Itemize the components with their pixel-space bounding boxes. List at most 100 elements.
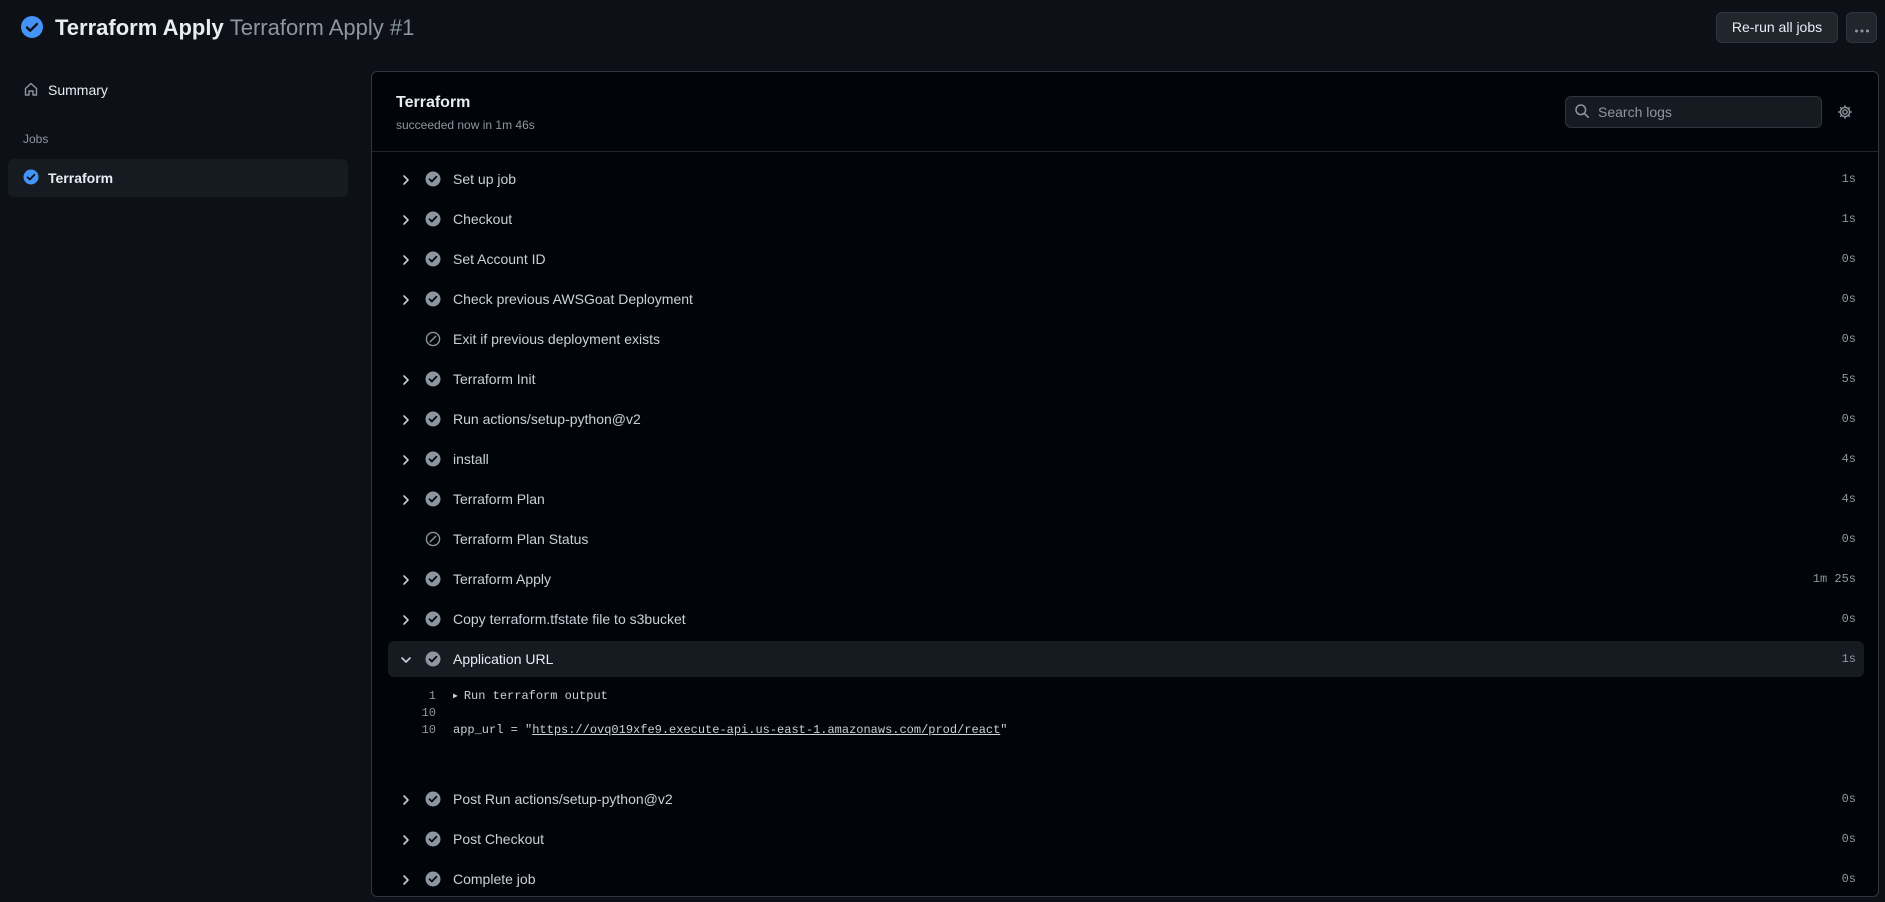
sidebar-job-label: Terraform xyxy=(48,170,114,186)
chevron-right-icon[interactable] xyxy=(400,453,412,469)
chevron-right-icon[interactable] xyxy=(400,293,412,309)
step-duration: 0s xyxy=(1841,832,1856,846)
log-prefix: app_url = " xyxy=(453,723,533,737)
step-row[interactable]: Terraform Plan 4s xyxy=(388,481,1864,517)
step-name: Complete job xyxy=(453,871,536,887)
step-row[interactable]: Post Run actions/setup-python@v2 0s xyxy=(388,781,1864,817)
rerun-all-jobs-button[interactable]: Re-run all jobs xyxy=(1716,12,1838,43)
check-circle-icon xyxy=(425,291,441,310)
chevron-right-icon[interactable] xyxy=(400,373,412,389)
chevron-right-icon[interactable] xyxy=(400,413,412,429)
chevron-right-icon[interactable] xyxy=(400,873,412,889)
step-row[interactable]: Terraform Plan Status 0s xyxy=(388,521,1864,557)
step-name: Checkout xyxy=(453,211,513,227)
check-circle-icon xyxy=(425,871,441,890)
step-duration: 1s xyxy=(1841,172,1856,186)
step-row[interactable]: Copy terraform.tfstate file to s3bucket 0… xyxy=(388,601,1864,637)
step-duration: 5s xyxy=(1841,372,1856,386)
skipped-icon xyxy=(425,531,441,550)
step-duration: 0s xyxy=(1841,332,1856,346)
home-icon xyxy=(23,81,48,100)
step-row[interactable]: Set up job 1s xyxy=(388,161,1864,197)
line-number[interactable]: 10 xyxy=(412,706,436,720)
chevron-down-icon[interactable] xyxy=(400,653,412,669)
check-circle-icon xyxy=(425,791,441,810)
check-circle-fill-icon xyxy=(23,169,48,188)
job-header: Terraform succeeded now in 1m 46s xyxy=(372,72,1878,152)
step-row[interactable]: Run actions/setup-python@v2 0s xyxy=(388,401,1864,437)
step-duration: 1s xyxy=(1841,652,1856,666)
gear-icon[interactable] xyxy=(1837,104,1853,123)
line-number[interactable]: 1 xyxy=(412,689,436,703)
log-text[interactable]: ▶ Run terraform output xyxy=(453,689,608,703)
sidebar-item-terraform[interactable]: Terraform xyxy=(8,159,348,197)
step-row[interactable]: Application URL 1s xyxy=(388,641,1864,677)
job-log-panel: Terraform succeeded now in 1m 46s Set up… xyxy=(371,71,1879,897)
skipped-icon xyxy=(425,331,441,350)
chevron-right-icon[interactable] xyxy=(400,213,412,229)
search-logs-field[interactable] xyxy=(1565,96,1822,128)
job-title: Terraform xyxy=(396,94,471,111)
step-log: 1 ▶ Run terraform output 10 10 app_url = "htt… xyxy=(388,681,1864,781)
step-duration: 4s xyxy=(1841,492,1856,506)
step-duration: 0s xyxy=(1841,252,1856,266)
step-row[interactable]: Terraform Apply 1m 25s xyxy=(388,561,1864,597)
check-circle-icon xyxy=(425,571,441,590)
workflow-name[interactable]: Terraform Apply xyxy=(55,15,224,40)
log-line: 10 app_url = "https://ovq019xfe9.execute-… xyxy=(388,721,1864,741)
step-name: Terraform Plan Status xyxy=(453,531,589,547)
page-title: Terraform Apply Terraform Apply #1 xyxy=(55,14,414,42)
step-name: Application URL xyxy=(453,651,554,667)
more-options-button[interactable] xyxy=(1846,12,1877,43)
step-name: Run actions/setup-python@v2 xyxy=(453,411,641,427)
step-row[interactable]: Set Account ID 0s xyxy=(388,241,1864,277)
check-circle-icon xyxy=(425,651,441,670)
run-header: Terraform Apply Terraform Apply #1 Re-run… xyxy=(0,0,1885,56)
step-row[interactable]: Exit if previous deployment exists 0s xyxy=(388,321,1864,357)
check-circle-icon xyxy=(425,171,441,190)
chevron-right-icon[interactable] xyxy=(400,613,412,629)
sidebar-summary-label: Summary xyxy=(48,82,108,98)
check-circle-icon xyxy=(425,831,441,850)
step-name: Check previous AWSGoat Deployment xyxy=(453,291,693,307)
sidebar-item-summary[interactable]: Summary xyxy=(8,71,348,109)
chevron-right-icon[interactable] xyxy=(400,253,412,269)
step-row[interactable]: Checkout 1s xyxy=(388,201,1864,237)
chevron-right-icon[interactable] xyxy=(400,573,412,589)
chevron-right-icon[interactable] xyxy=(400,493,412,509)
step-name: Post Checkout xyxy=(453,831,545,847)
step-duration: 1m 25s xyxy=(1812,572,1856,586)
step-duration: 1s xyxy=(1841,212,1856,226)
step-duration: 0s xyxy=(1841,292,1856,306)
step-duration: 0s xyxy=(1841,412,1856,426)
chevron-right-icon[interactable] xyxy=(400,833,412,849)
step-row[interactable]: install 4s xyxy=(388,441,1864,477)
jobs-heading: Jobs xyxy=(23,132,49,146)
line-number[interactable]: 10 xyxy=(412,723,436,737)
check-circle-icon xyxy=(425,211,441,230)
step-row[interactable]: Post Checkout 0s xyxy=(388,821,1864,857)
search-logs-input[interactable] xyxy=(1598,104,1808,120)
job-status-text: succeeded now in 1m 46s xyxy=(396,118,535,132)
check-circle-icon xyxy=(425,611,441,630)
step-name: Set Account ID xyxy=(453,251,546,267)
check-circle-icon xyxy=(425,491,441,510)
chevron-right-icon[interactable] xyxy=(400,793,412,809)
step-row[interactable]: Terraform Init 5s xyxy=(388,361,1864,397)
chevron-right-icon[interactable] xyxy=(400,173,412,189)
step-row[interactable]: Complete job 0s xyxy=(388,861,1864,896)
kebab-horizontal-icon xyxy=(1854,20,1870,36)
step-duration: 0s xyxy=(1841,612,1856,626)
step-duration: 0s xyxy=(1841,872,1856,886)
step-name: Terraform Apply xyxy=(453,571,552,587)
step-duration: 0s xyxy=(1841,792,1856,806)
triangle-right-icon[interactable]: ▶ xyxy=(453,692,458,701)
check-circle-icon xyxy=(425,451,441,470)
log-content: Run terraform output xyxy=(463,689,608,703)
step-row[interactable]: Check previous AWSGoat Deployment 0s xyxy=(388,281,1864,317)
step-name: Exit if previous deployment exists xyxy=(453,331,660,347)
app-url-link[interactable]: https://ovq019xfe9.execute-api.us-east-1… xyxy=(532,723,1000,737)
check-circle-icon xyxy=(425,411,441,430)
step-name: install xyxy=(453,451,489,467)
step-name: Copy terraform.tfstate file to s3bucket xyxy=(453,611,686,627)
